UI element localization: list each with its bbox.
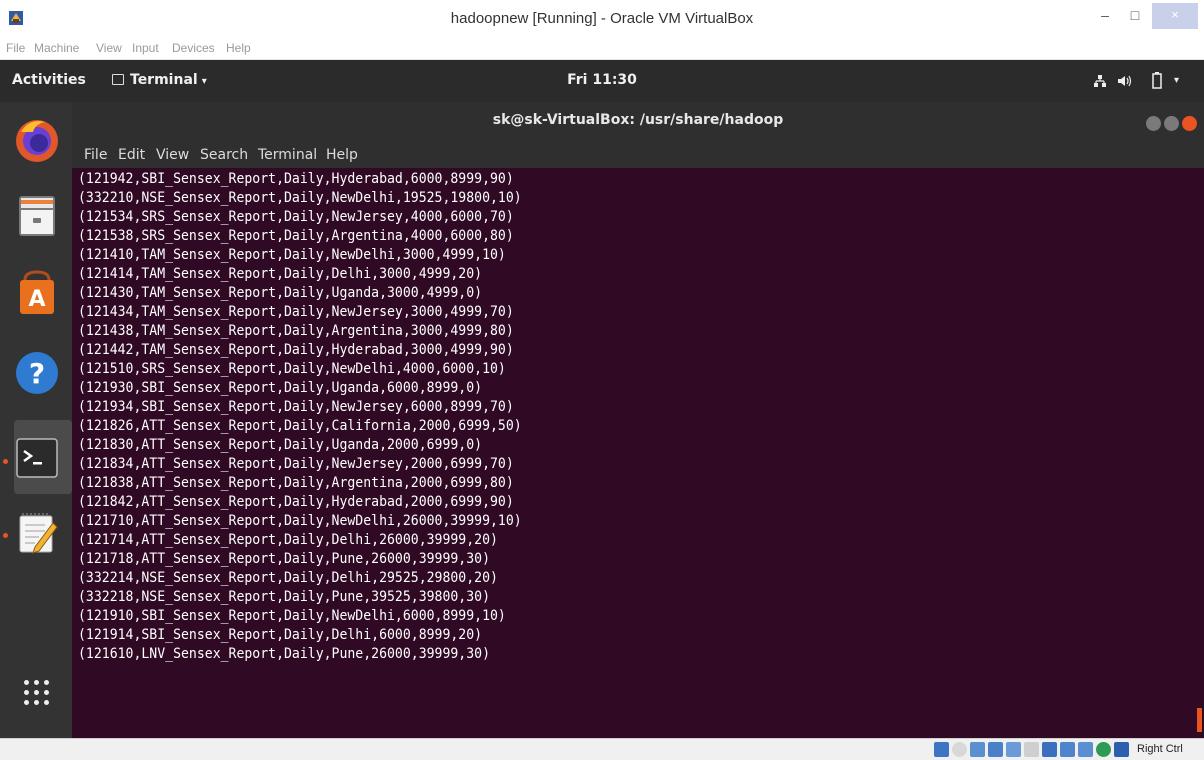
vbox-window-title: hadoopnew [Running] - Oracle VM VirtualB…	[450, 10, 754, 27]
terminal-line: (121830,ATT_Sensex_Report,Daily,Uganda,2…	[78, 437, 483, 453]
terminal-line: (121430,TAM_Sensex_Report,Daily,Uganda,3…	[78, 285, 483, 301]
mouse-integration-icon[interactable]	[1096, 742, 1111, 757]
terminal-line: (121934,SBI_Sensex_Report,Daily,NewJerse…	[78, 399, 514, 415]
terminal-window-title: sk@sk-VirtualBox: /usr/share/hadoop	[492, 112, 784, 128]
terminal-line: (121930,SBI_Sensex_Report,Daily,Uganda,6…	[78, 380, 483, 396]
display-icon[interactable]	[1042, 742, 1057, 757]
text-editor-icon[interactable]	[11, 507, 63, 559]
vbox-titlebar: hadoopnew [Running] - Oracle VM VirtualB…	[0, 0, 1204, 38]
terminal-output[interactable]: (121942,SBI_Sensex_Report,Daily,Hyderaba…	[72, 168, 1204, 738]
close-icon[interactable]	[1182, 116, 1197, 131]
terminal-icon[interactable]	[11, 432, 63, 484]
terminal-line: (332210,NSE_Sensex_Report,Daily,NewDelhi…	[78, 190, 522, 206]
hard-disk-icon[interactable]	[934, 742, 949, 757]
help-icon[interactable]: ?	[11, 347, 63, 399]
host-key-label: Right Ctrl	[1137, 743, 1183, 755]
vbox-menu-devices[interactable]: Devices	[172, 41, 215, 55]
running-indicator	[3, 459, 8, 464]
terminal-line: (121718,ATT_Sensex_Report,Daily,Pune,260…	[78, 551, 490, 567]
software-center-icon[interactable]: A	[11, 266, 63, 318]
shared-folders-icon[interactable]	[1024, 742, 1039, 757]
terminal-menu-file[interactable]: File	[84, 147, 107, 163]
terminal-line: (121538,SRS_Sensex_Report,Daily,Argentin…	[78, 228, 514, 244]
svg-text:?: ?	[29, 357, 45, 390]
vbox-maximize-button[interactable]: □	[1120, 3, 1150, 29]
app-menu-terminal[interactable]: Terminal ▾	[112, 72, 207, 88]
terminal-line: (121410,TAM_Sensex_Report,Daily,NewDelhi…	[78, 247, 506, 263]
firefox-icon[interactable]	[11, 114, 63, 166]
maximize-icon[interactable]	[1164, 116, 1179, 131]
terminal-line: (121438,TAM_Sensex_Report,Daily,Argentin…	[78, 323, 514, 339]
terminal-line: (121910,SBI_Sensex_Report,Daily,NewDelhi…	[78, 608, 506, 624]
terminal-line: (332218,NSE_Sensex_Report,Daily,Pune,395…	[78, 589, 490, 605]
terminal-menubar: File Edit View Search Terminal Help	[72, 142, 1204, 168]
terminal-menu-view[interactable]: View	[156, 147, 189, 163]
vbox-menu-input[interactable]: Input	[132, 41, 159, 55]
volume-icon[interactable]	[1117, 74, 1133, 88]
files-icon[interactable]	[11, 190, 63, 242]
terminal-menu-edit[interactable]: Edit	[118, 147, 145, 163]
usb-icon[interactable]	[1006, 742, 1021, 757]
vbox-menu-file[interactable]: File	[6, 41, 25, 55]
terminal-line: (121442,TAM_Sensex_Report,Daily,Hyderaba…	[78, 342, 514, 358]
ubuntu-dock: A ?	[0, 102, 72, 740]
vbox-menu-help[interactable]: Help	[226, 41, 251, 55]
keyboard-capture-icon[interactable]	[1114, 742, 1129, 757]
minimize-icon[interactable]	[1146, 116, 1161, 131]
terminal-line: (121510,SRS_Sensex_Report,Daily,NewDelhi…	[78, 361, 506, 377]
gnome-top-bar: Activities Terminal ▾ Fri 11:30 ▾	[0, 60, 1204, 102]
terminal-menu-search[interactable]: Search	[200, 147, 248, 163]
terminal-headerbar: sk@sk-VirtualBox: /usr/share/hadoop	[72, 102, 1204, 142]
vbox-statusbar: Right Ctrl	[0, 738, 1204, 760]
vbox-minimize-button[interactable]: –	[1090, 3, 1120, 29]
recording-icon[interactable]	[1060, 742, 1075, 757]
battery-icon[interactable]	[1152, 72, 1162, 89]
optical-drive-icon[interactable]	[952, 742, 967, 757]
terminal-menu-help[interactable]: Help	[326, 147, 358, 163]
terminal-line: (121714,ATT_Sensex_Report,Daily,Delhi,26…	[78, 532, 498, 548]
terminal-line: (121826,ATT_Sensex_Report,Daily,Californ…	[78, 418, 522, 434]
svg-text:A: A	[28, 287, 45, 312]
clock[interactable]: Fri 11:30	[567, 72, 637, 88]
running-indicator	[3, 533, 8, 538]
terminal-line: (121914,SBI_Sensex_Report,Daily,Delhi,60…	[78, 627, 483, 643]
terminal-line: (121942,SBI_Sensex_Report,Daily,Hyderaba…	[78, 171, 514, 187]
terminal-line: (121838,ATT_Sensex_Report,Daily,Argentin…	[78, 475, 514, 491]
terminal-menu-terminal[interactable]: Terminal	[258, 147, 317, 163]
network-adapter-icon[interactable]	[988, 742, 1003, 757]
show-applications-icon[interactable]	[24, 680, 50, 706]
chevron-down-icon: ▾	[201, 76, 207, 87]
terminal-line: (121414,TAM_Sensex_Report,Daily,Delhi,30…	[78, 266, 483, 282]
network-icon[interactable]	[1093, 74, 1107, 88]
vbox-close-button[interactable]: ×	[1152, 3, 1198, 29]
terminal-line: (121710,ATT_Sensex_Report,Daily,NewDelhi…	[78, 513, 522, 529]
system-menu-icon[interactable]: ▾	[1174, 75, 1179, 86]
activities-button[interactable]: Activities	[12, 72, 86, 88]
audio-icon[interactable]	[970, 742, 985, 757]
vbox-menu-machine[interactable]: Machine	[34, 41, 79, 55]
terminal-line: (121610,LNV_Sensex_Report,Daily,Pune,260…	[78, 646, 490, 662]
app-menu-label: Terminal	[130, 72, 198, 88]
terminal-line: (121834,ATT_Sensex_Report,Daily,NewJerse…	[78, 456, 514, 472]
terminal-line: (121434,TAM_Sensex_Report,Daily,NewJerse…	[78, 304, 514, 320]
terminal-line: (121534,SRS_Sensex_Report,Daily,NewJerse…	[78, 209, 514, 225]
vbox-menu-view[interactable]: View	[96, 41, 122, 55]
cpu-icon[interactable]	[1078, 742, 1093, 757]
terminal-scrollbar[interactable]	[1197, 708, 1202, 732]
terminal-line: (332214,NSE_Sensex_Report,Daily,Delhi,29…	[78, 570, 498, 586]
terminal-app-icon	[112, 74, 124, 85]
vbox-menubar: File Machine View Input Devices Help	[0, 38, 1204, 60]
terminal-line: (121842,ATT_Sensex_Report,Daily,Hyderaba…	[78, 494, 514, 510]
